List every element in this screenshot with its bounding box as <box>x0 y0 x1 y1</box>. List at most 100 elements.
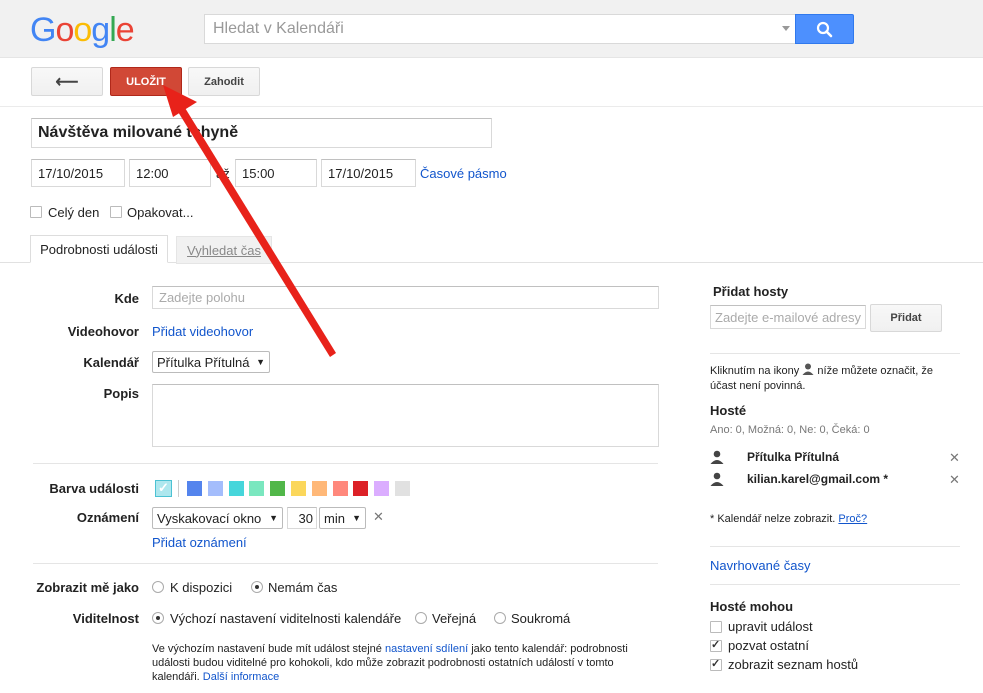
logo-letter: e <box>115 11 135 49</box>
remove-guest-icon[interactable]: ✕ <box>949 472 960 488</box>
back-arrow-icon: ⟵ <box>55 73 79 91</box>
search-input[interactable] <box>205 15 796 43</box>
guest-email-input[interactable]: Zadejte e-mailové adresy h <box>710 305 866 329</box>
location-placeholder: Zadejte polohu <box>159 290 246 305</box>
color-swatch[interactable] <box>187 481 202 496</box>
end-date-input[interactable]: 17/10/2015 <box>321 159 416 187</box>
all-day-label: Celý den <box>48 205 100 220</box>
chevron-down-icon: ▼ <box>256 357 265 367</box>
person-icon[interactable] <box>710 450 724 464</box>
perm-modify-label: upravit událost <box>728 619 813 634</box>
search-dropdown-arrow-icon[interactable] <box>782 26 790 31</box>
guest-hint-text: Kliknutím na ikony <box>710 365 800 377</box>
add-video-call-link[interactable]: Přidat videohovor <box>152 324 253 339</box>
visibility-default-radio[interactable] <box>152 612 164 624</box>
perm-see-list-label: zobrazit seznam hostů <box>728 657 859 672</box>
guest-email-placeholder: Zadejte e-mailové adresy h <box>715 309 866 325</box>
suggested-times-link[interactable]: Navrhované časy <box>710 558 810 573</box>
add-notification-link[interactable]: Přidat oznámení <box>152 535 247 550</box>
description-label: Popis <box>103 386 139 401</box>
guest-name: Přítulka Přítulná <box>747 450 840 464</box>
google-logo[interactable]: Google <box>30 11 135 49</box>
color-swatch[interactable] <box>249 481 265 496</box>
color-swatch[interactable] <box>228 481 244 496</box>
chevron-down-icon: ▼ <box>269 513 278 523</box>
color-swatch[interactable] <box>291 481 306 496</box>
check-icon: ✓ <box>158 480 169 495</box>
where-label: Kde <box>114 291 139 306</box>
annotation-arrow <box>163 85 336 357</box>
start-date-input[interactable]: 17/10/2015 <box>31 159 125 187</box>
timezone-link[interactable]: Časové pásmo <box>420 166 507 181</box>
color-swatch[interactable] <box>395 481 410 496</box>
visibility-public-radio[interactable] <box>415 612 427 624</box>
tab-event-details[interactable]: Podrobnosti události <box>30 235 168 263</box>
guests-list-title: Hosté <box>710 403 747 418</box>
search-box <box>204 14 796 44</box>
person-icon <box>802 363 814 375</box>
visibility-private-label: Soukromá <box>511 611 571 626</box>
perm-modify-checkbox[interactable] <box>710 621 722 633</box>
calendar-select[interactable]: Přítulka Přítulná ▼ <box>152 351 270 373</box>
all-day-checkbox[interactable] <box>30 206 42 218</box>
notification-type-value: Vyskakovací okno <box>157 510 262 526</box>
available-label: K dispozici <box>170 580 233 595</box>
busy-label: Nemám čas <box>268 580 338 595</box>
remove-guest-icon[interactable]: ✕ <box>949 450 960 466</box>
guest-footnote-text: * Kalendář nelze zobrazit. <box>710 513 836 525</box>
busy-radio[interactable] <box>251 581 263 593</box>
perm-invite-label: pozvat ostatní <box>728 638 809 653</box>
visibility-private-radio[interactable] <box>494 612 506 624</box>
color-swatch[interactable] <box>207 481 223 496</box>
calendar-label: Kalendář <box>83 355 139 370</box>
perm-see-list-checkbox[interactable] <box>710 657 722 671</box>
visibility-public-label: Veřejná <box>432 611 477 626</box>
guest-name: kilian.karel@gmail.com * <box>747 472 889 486</box>
default-color-swatch[interactable]: ✓ <box>155 480 172 497</box>
color-separator <box>178 480 179 497</box>
show-as-label: Zobrazit mě jako <box>36 580 139 595</box>
repeat-label: Opakovat... <box>127 205 194 220</box>
notification-unit-value: min <box>324 510 345 526</box>
add-guests-title: Přidat hosty <box>713 284 789 299</box>
start-time-input[interactable]: 12:00 <box>129 159 211 187</box>
color-swatch[interactable] <box>332 481 348 496</box>
notification-type-select[interactable]: Vyskakovací okno ▼ <box>152 507 283 529</box>
notification-amount-input[interactable]: 30 <box>287 507 317 529</box>
sharing-settings-link[interactable]: nastavení sdílení <box>385 643 468 655</box>
person-icon[interactable] <box>710 472 724 486</box>
add-guest-button[interactable]: Přidat <box>870 304 942 332</box>
search-icon <box>816 21 833 38</box>
notification-label: Oznámení <box>76 510 139 525</box>
logo-letter: o <box>55 11 74 49</box>
video-label: Videohovor <box>67 324 139 339</box>
description-textarea[interactable] <box>152 384 659 447</box>
tab-find-time[interactable]: Vyhledat čas <box>176 236 272 264</box>
repeat-checkbox[interactable] <box>110 206 122 218</box>
perm-invite-checkbox[interactable] <box>710 638 722 652</box>
guests-can-title: Hosté mohou <box>710 599 794 614</box>
color-swatch[interactable] <box>353 481 369 496</box>
event-title-input[interactable]: Návštěva milované tchyně <box>31 118 492 148</box>
section-divider <box>33 463 658 464</box>
guest-hint: Kliknutím na ikony níže můžete označit, … <box>710 363 950 394</box>
logo-letter: g <box>91 11 110 49</box>
save-button[interactable]: ULOŽIT <box>110 67 182 96</box>
discard-button[interactable]: Zahodit <box>188 67 260 96</box>
color-swatch[interactable] <box>270 481 286 496</box>
remove-notification-icon[interactable]: ✕ <box>373 509 384 525</box>
color-swatch[interactable] <box>311 481 327 496</box>
notification-unit-select[interactable]: min ▼ <box>319 507 366 529</box>
location-input[interactable]: Zadejte polohu <box>152 286 659 309</box>
why-link[interactable]: Proč? <box>838 513 867 525</box>
visibility-default-label: Výchozí nastavení viditelnosti kalendáře <box>170 611 402 626</box>
visibility-label: Viditelnost <box>72 611 139 626</box>
search-button[interactable] <box>795 14 854 44</box>
color-swatch[interactable] <box>374 481 390 496</box>
back-button[interactable]: ⟵ <box>31 67 103 96</box>
more-info-link[interactable]: Další informace <box>203 671 279 683</box>
end-time-input[interactable]: 15:00 <box>235 159 317 187</box>
available-radio[interactable] <box>152 581 164 593</box>
chevron-down-icon: ▼ <box>352 513 361 523</box>
logo-letter: G <box>30 11 56 49</box>
